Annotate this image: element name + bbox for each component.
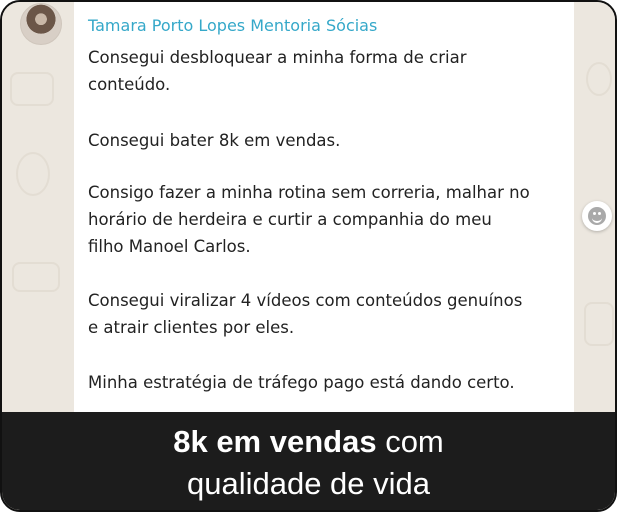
background-doodle — [10, 72, 54, 106]
message-line: horário de herdeira e curtir a companhia… — [88, 210, 492, 229]
message-line: e atrair clientes por eles. — [88, 318, 295, 337]
message-paragraph: Consigo fazer a minha rotina sem correri… — [88, 179, 570, 260]
message-line: Consegui bater 8k em vendas. — [88, 131, 341, 150]
caption-line-2: qualidade de vida — [186, 466, 431, 501]
eye — [598, 212, 601, 215]
message-bubble: Tamara Porto Lopes Mentoria Sócias Conse… — [74, 2, 574, 412]
smiley-face-icon — [588, 207, 606, 225]
message-line: Consegui desbloquear a minha forma de cr… — [88, 48, 467, 67]
message-line: filho Manoel Carlos. — [88, 237, 251, 256]
avatar[interactable] — [20, 3, 62, 45]
message-paragraph: Consegui desbloquear a minha forma de cr… — [88, 44, 570, 98]
background-doodle — [12, 262, 60, 292]
message-paragraph: Consegui viralizar 4 vídeos com conteúdo… — [88, 287, 570, 341]
caption-bar: 8k em vendas com qualidade de vida — [2, 412, 615, 510]
message-line: Consegui viralizar 4 vídeos com conteúdo… — [88, 291, 523, 310]
background-doodle — [16, 152, 50, 196]
background-doodle — [584, 302, 614, 346]
message-paragraph: Consegui bater 8k em vendas. — [88, 127, 570, 154]
caption-line-1: 8k em vendas com — [2, 424, 615, 460]
eye — [593, 212, 596, 215]
message-line: conteúdo. — [88, 75, 171, 94]
message-line: Minha estratégia de tráfego pago está da… — [88, 373, 515, 392]
caption-highlight: 8k em vendas — [173, 424, 377, 459]
caption-text: com — [376, 424, 444, 459]
testimonial-card: Tamara Porto Lopes Mentoria Sócias Conse… — [0, 0, 617, 512]
message-paragraph: Minha estratégia de tráfego pago está da… — [88, 369, 570, 396]
mouth — [592, 216, 602, 223]
message-line: Consigo fazer a minha rotina sem correri… — [88, 183, 530, 202]
emoji-reaction-icon[interactable] — [582, 201, 612, 231]
chat-background: Tamara Porto Lopes Mentoria Sócias Conse… — [2, 2, 615, 412]
sender-name[interactable]: Tamara Porto Lopes Mentoria Sócias — [88, 16, 377, 35]
background-doodle — [586, 62, 612, 96]
